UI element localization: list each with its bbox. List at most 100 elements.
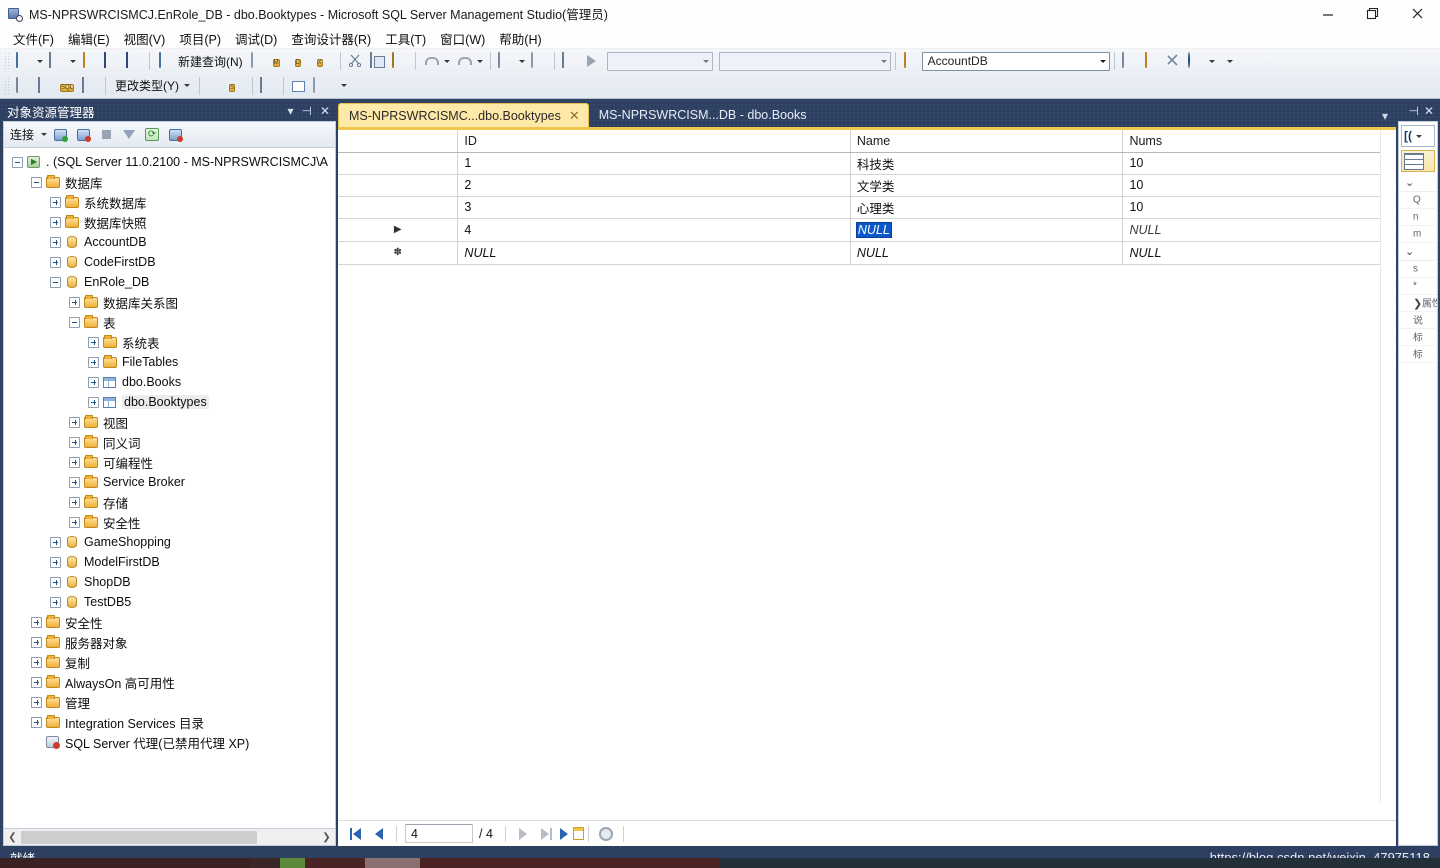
categorized-view-icon[interactable] xyxy=(1404,152,1424,170)
collapse-icon[interactable] xyxy=(69,316,80,328)
menu-help[interactable]: 帮助(H) xyxy=(492,27,548,50)
properties-row[interactable]: Q xyxy=(1399,192,1437,209)
undo-icon[interactable] xyxy=(420,51,453,72)
tree-node-synonyms[interactable]: 同义词 xyxy=(4,432,335,452)
grid-cell-name[interactable]: NULL xyxy=(850,241,1124,265)
expand-icon[interactable] xyxy=(69,436,80,448)
grid-cell-name[interactable]: 文学类 xyxy=(850,174,1124,197)
expand-icon[interactable] xyxy=(88,376,99,388)
grid-cell-id[interactable]: 2 xyxy=(457,174,851,197)
change-database-icon[interactable] xyxy=(900,51,922,72)
properties-close-icon[interactable]: ✕ xyxy=(1424,104,1434,118)
tree-node-dbo-books[interactable]: dbo.Books xyxy=(4,372,335,392)
stop-button[interactable] xyxy=(595,824,617,844)
properties-row[interactable]: n xyxy=(1399,209,1437,226)
menu-tools[interactable]: 工具(T) xyxy=(378,27,433,50)
new-record-button[interactable] xyxy=(559,824,584,844)
minimize-button[interactable] xyxy=(1305,0,1350,28)
tree-node-programmability[interactable]: 可编程性 xyxy=(4,452,335,472)
object-explorer-icon[interactable] xyxy=(1119,51,1141,72)
column-header-id[interactable]: ID xyxy=(457,130,851,153)
properties-row[interactable]: 标 xyxy=(1399,329,1437,346)
expand-icon[interactable] xyxy=(31,716,42,728)
grid-cell-id[interactable]: 1 xyxy=(457,152,851,175)
expand-icon[interactable] xyxy=(50,556,61,568)
tree-node-gameshopping[interactable]: GameShopping xyxy=(4,532,335,552)
close-icon[interactable]: ✕ xyxy=(320,105,330,117)
scroll-right-icon[interactable]: ❯ xyxy=(318,830,335,845)
disconnect-icon[interactable] xyxy=(73,125,93,145)
expand-icon[interactable] xyxy=(50,596,61,608)
tree-node-system-tables[interactable]: 系统表 xyxy=(4,332,335,352)
toolbar-grip[interactable] xyxy=(4,52,11,70)
solution-explorer-icon[interactable] xyxy=(1141,51,1163,72)
tree-node-shopdb[interactable]: ShopDB xyxy=(4,572,335,592)
next-record-button[interactable] xyxy=(512,824,534,844)
object-explorer-hscrollbar[interactable]: ❮ ❯ xyxy=(3,829,336,846)
expand-icon[interactable] xyxy=(31,616,42,628)
table-row[interactable]: 1 科技类 10 xyxy=(338,152,1396,175)
tree-node-replication[interactable]: 复制 xyxy=(4,652,335,672)
new-mdx-query-icon[interactable]: M xyxy=(270,51,292,72)
change-type-button[interactable]: 更改类型(Y) xyxy=(110,75,195,96)
tab-list-chevron-icon[interactable]: ▾ xyxy=(1382,109,1388,123)
tree-node-enrole-db[interactable]: EnRole_DB xyxy=(4,272,335,292)
tree-node-tables[interactable]: 表 xyxy=(4,312,335,332)
tree-node-modelfirstdb[interactable]: ModelFirstDB xyxy=(4,552,335,572)
menu-view[interactable]: 视图(V) xyxy=(117,27,173,50)
grid-cell-nums[interactable]: NULL xyxy=(1122,241,1396,265)
menu-debug[interactable]: 调试(D) xyxy=(228,27,284,50)
new-xmla-query-icon[interactable]: X xyxy=(314,51,336,72)
new-project-icon[interactable] xyxy=(13,51,46,72)
grid-cell-nums[interactable]: 10 xyxy=(1122,196,1396,219)
tree-node-system-databases[interactable]: 系统数据库 xyxy=(4,192,335,212)
menu-project[interactable]: 项目(P) xyxy=(172,27,228,50)
tools-options-icon[interactable] xyxy=(1163,51,1185,72)
open-file-icon[interactable] xyxy=(79,51,101,72)
tab-books[interactable]: MS-NPRSWRCISM...DB - dbo.Books xyxy=(589,103,815,127)
tree-node-accountdb[interactable]: AccountDB xyxy=(4,232,335,252)
table-row[interactable]: 2 文学类 10 xyxy=(338,174,1396,197)
debug-icon[interactable] xyxy=(528,51,550,72)
new-row-marker[interactable]: ✽ xyxy=(338,241,459,265)
properties-row[interactable]: 标 xyxy=(1399,346,1437,363)
grid-horizontal-scrollbar[interactable] xyxy=(338,804,1380,820)
expand-icon[interactable] xyxy=(69,516,80,528)
table-row[interactable]: ✽ NULL NULL NULL xyxy=(338,241,1396,265)
grid-cell-id[interactable]: NULL xyxy=(457,241,851,265)
grid-vertical-scrollbar[interactable] xyxy=(1380,130,1396,803)
menu-query-designer[interactable]: 查询设计器(R) xyxy=(284,27,378,50)
tree-node-sql-server-agent[interactable]: SQL Server 代理(已禁用代理 XP) xyxy=(4,732,335,752)
close-button[interactable] xyxy=(1395,0,1440,28)
design-query-icon[interactable] xyxy=(559,51,581,72)
add-new-derived-table-icon[interactable] xyxy=(310,75,332,96)
toolbar-grip-2[interactable] xyxy=(4,76,11,95)
properties-row[interactable]: m xyxy=(1399,226,1437,243)
refresh-icon[interactable]: ⟳ xyxy=(142,125,162,145)
pin-icon[interactable]: ⊣ xyxy=(301,105,311,117)
expand-icon[interactable] xyxy=(69,296,80,308)
row-header[interactable] xyxy=(338,174,459,197)
paste-icon[interactable] xyxy=(389,51,411,72)
expand-icon[interactable] xyxy=(31,696,42,708)
grid-cell-name[interactable]: NULL xyxy=(850,218,1124,242)
column-header-nums[interactable]: Nums xyxy=(1122,130,1396,153)
row-header[interactable] xyxy=(338,152,459,175)
tree-node-db-security[interactable]: 安全性 xyxy=(4,512,335,532)
group-by-icon[interactable] xyxy=(257,75,279,96)
grid-cell-name[interactable]: 科技类 xyxy=(850,152,1124,175)
maximize-button[interactable] xyxy=(1350,0,1395,28)
show-criteria-pane-icon[interactable] xyxy=(35,75,57,96)
menu-window[interactable]: 窗口(W) xyxy=(433,27,492,50)
expand-icon[interactable] xyxy=(31,636,42,648)
grid-cell-nums[interactable]: 10 xyxy=(1122,152,1396,175)
verify-sql-icon[interactable]: S xyxy=(226,75,248,96)
expand-icon[interactable] xyxy=(50,576,61,588)
properties-category-2[interactable]: ⌄ xyxy=(1399,243,1437,261)
sync-icon[interactable] xyxy=(165,125,185,145)
tree-node-codefirstdb[interactable]: CodeFirstDB xyxy=(4,252,335,272)
scroll-left-icon[interactable]: ❮ xyxy=(4,830,21,845)
collapse-icon[interactable] xyxy=(31,176,42,188)
execute-sql-icon[interactable] xyxy=(204,75,226,96)
new-query-button[interactable]: 新建查询(N) xyxy=(154,51,248,72)
